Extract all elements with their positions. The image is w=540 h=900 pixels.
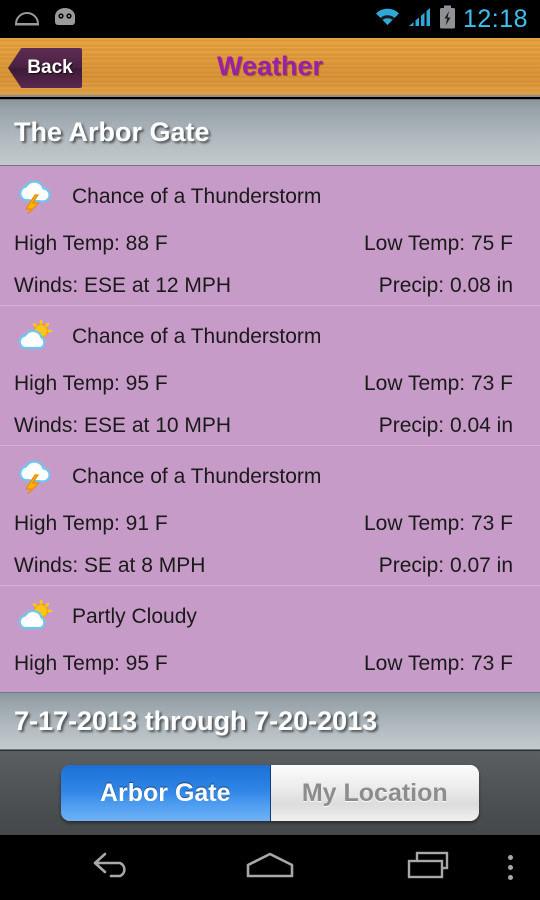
table-row[interactable]: Chance of a Thunderstorm High Temp: 95 F…: [0, 306, 540, 446]
high-temp: High Temp: 91 F: [14, 512, 168, 535]
low-temp: Low Temp: 75 F: [363, 232, 513, 255]
nav-back-button[interactable]: [78, 835, 146, 900]
app-title-bar: Back Weather: [0, 38, 540, 97]
precip: Precip: 0.08 in: [378, 274, 513, 297]
low-temp: Low Temp: 73 F: [363, 652, 513, 675]
app-screen: 12:18 Back Weather The Arbor Gate Chance…: [0, 0, 540, 900]
nav-overflow-menu-button[interactable]: [488, 835, 532, 900]
table-row[interactable]: Chance of a Thunderstorm High Temp: 91 F…: [0, 446, 540, 586]
forecast-condition-line: Partly Cloudy: [14, 599, 513, 634]
condition-text: Chance of a Thunderstorm: [72, 185, 322, 208]
precip: Precip: 0.07 in: [378, 554, 513, 577]
segment-my-location[interactable]: My Location: [270, 765, 479, 821]
winds: Winds: SE at 8 MPH: [14, 554, 206, 577]
table-row[interactable]: Chance of a Thunderstorm High Temp: 88 F…: [0, 166, 540, 306]
dome-icon: [14, 8, 40, 31]
android-head-icon: [52, 7, 78, 32]
winds: Winds: ESE at 10 MPH: [14, 414, 232, 437]
forecast-condition-line: Chance of a Thunderstorm: [14, 460, 513, 495]
thunderstorm-icon: [14, 180, 58, 215]
status-bar-clock: 12:18: [462, 4, 528, 33]
segment-my-location-label: My Location: [301, 778, 448, 807]
status-bar: 12:18: [0, 0, 540, 38]
forecast-list[interactable]: Chance of a Thunderstorm High Temp: 88 F…: [0, 166, 540, 692]
low-temp: Low Temp: 73 F: [363, 512, 513, 535]
segment-arbor-gate[interactable]: Arbor Gate: [61, 765, 271, 821]
status-bar-left-icons: [0, 7, 78, 32]
high-temp: High Temp: 95 F: [14, 652, 168, 675]
android-nav-bar: [0, 835, 540, 900]
high-temp: High Temp: 95 F: [14, 372, 168, 395]
bottom-toolbar: Arbor Gate My Location: [0, 750, 540, 835]
high-temp: High Temp: 88 F: [14, 232, 168, 255]
signal-icon: [408, 6, 432, 33]
wind-precip-line: Winds: ESE at 10 MPH Precip: 0.04 in: [14, 414, 513, 438]
wifi-icon: [374, 6, 401, 33]
temp-line: High Temp: 95 F Low Temp: 73 F: [14, 652, 513, 676]
back-button[interactable]: Back: [8, 48, 82, 88]
date-range-bar: 7-17-2013 through 7-20-2013: [0, 692, 540, 750]
location-header: The Arbor Gate: [0, 99, 540, 166]
wind-precip-line: Winds: ESE at 12 MPH Precip: 0.08 in: [14, 274, 513, 298]
condition-text: Chance of a Thunderstorm: [72, 325, 322, 348]
nav-home-button[interactable]: [236, 835, 304, 900]
location-segmented-control[interactable]: Arbor Gate My Location: [61, 765, 479, 821]
date-range-text: 7-17-2013 through 7-20-2013: [14, 705, 378, 736]
condition-text: Partly Cloudy: [72, 605, 197, 628]
precip: Precip: 0.04 in: [378, 414, 513, 437]
back-button-label: Back: [27, 57, 73, 78]
table-row[interactable]: Partly Cloudy High Temp: 95 F Low Temp: …: [0, 586, 540, 692]
low-temp: Low Temp: 73 F: [363, 372, 513, 395]
segment-arbor-gate-label: Arbor Gate: [99, 778, 231, 807]
condition-text: Chance of a Thunderstorm: [72, 465, 322, 488]
battery-charging-icon: [439, 5, 456, 34]
temp-line: High Temp: 91 F Low Temp: 73 F: [14, 512, 513, 536]
back-icon: [89, 850, 135, 885]
home-icon: [244, 851, 296, 884]
wind-precip-line: Winds: SE at 8 MPH Precip: 0.07 in: [14, 554, 513, 578]
recents-icon: [405, 850, 453, 885]
forecast-condition-line: Chance of a Thunderstorm: [14, 180, 513, 215]
temp-line: High Temp: 95 F Low Temp: 73 F: [14, 372, 513, 396]
nav-recents-button[interactable]: [395, 835, 463, 900]
status-bar-right-icons: 12:18: [374, 5, 540, 34]
partly-cloudy-icon: [14, 599, 58, 634]
temp-line: High Temp: 88 F Low Temp: 75 F: [14, 232, 513, 256]
winds: Winds: ESE at 12 MPH: [14, 274, 232, 297]
partly-cloudy-icon: [14, 319, 58, 354]
thunderstorm-icon: [14, 460, 58, 495]
overflow-menu-icon: [507, 855, 513, 880]
location-name: The Arbor Gate: [14, 117, 210, 147]
forecast-condition-line: Chance of a Thunderstorm: [14, 319, 513, 354]
